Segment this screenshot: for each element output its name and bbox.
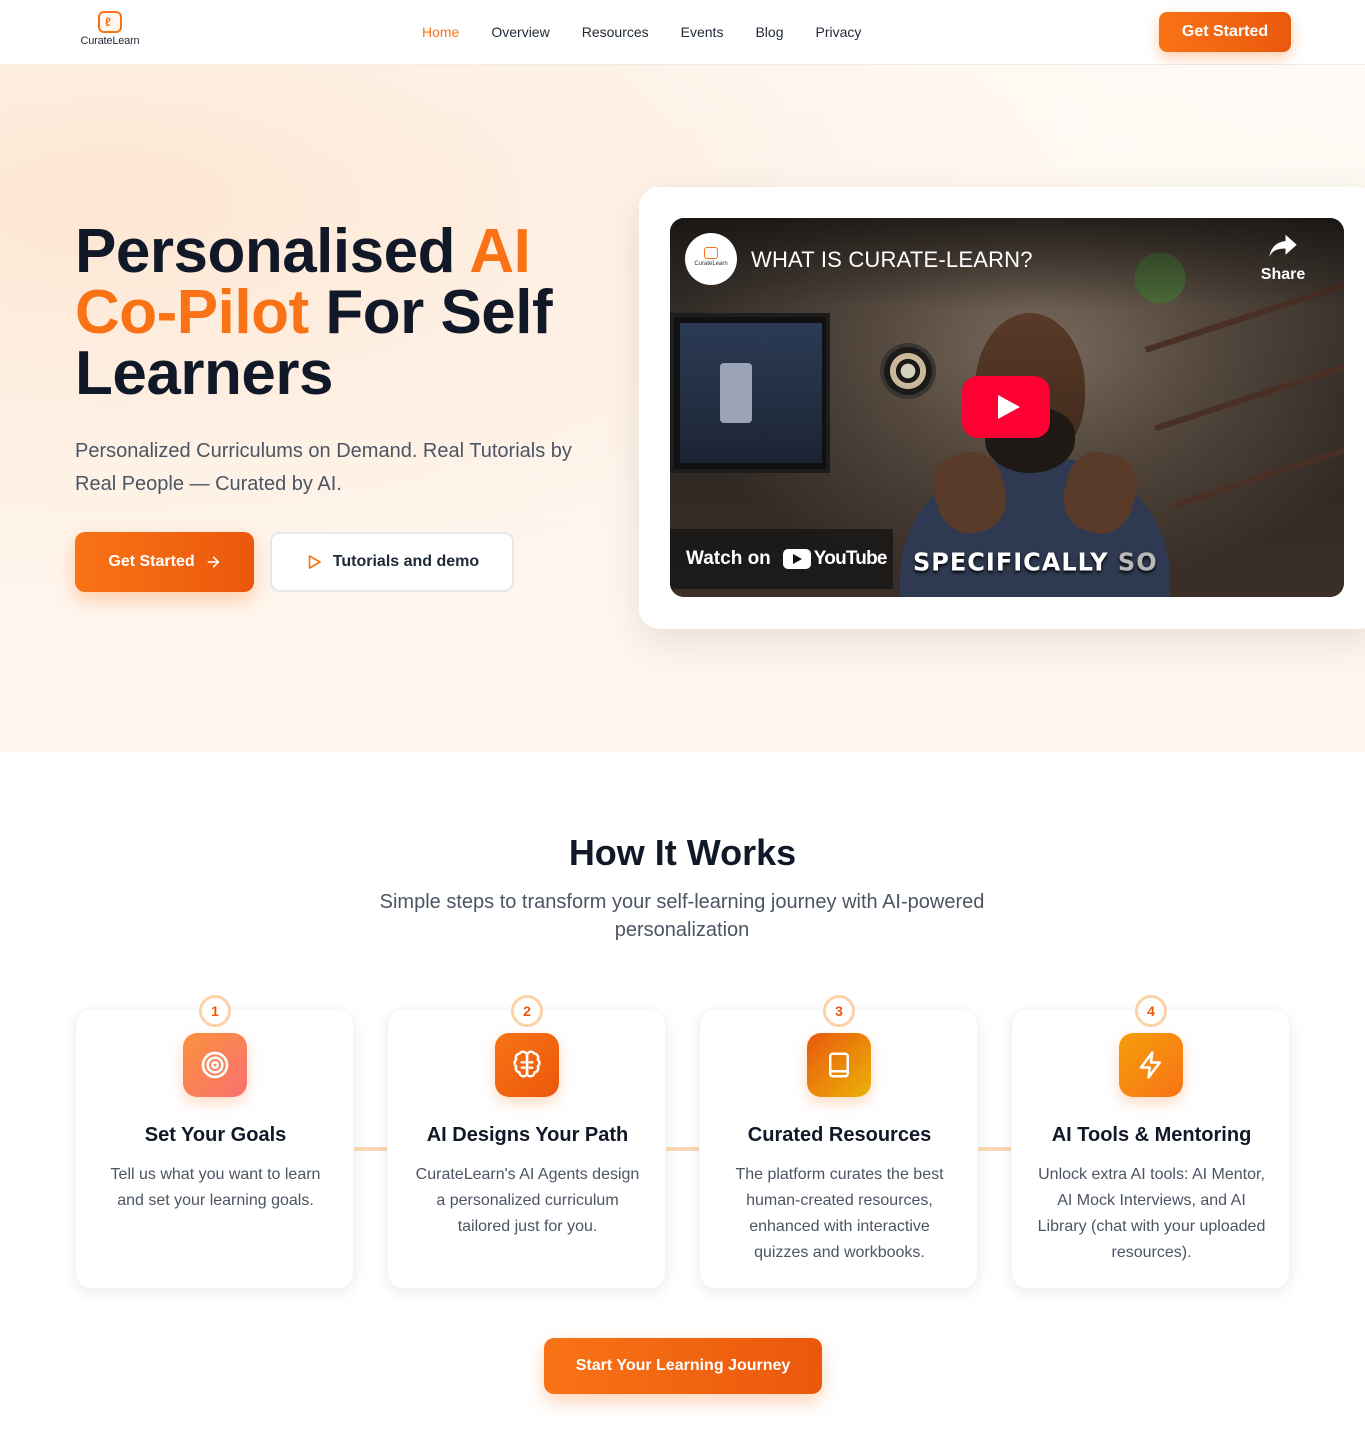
video-title[interactable]: WHAT IS CURATE-LEARN? bbox=[751, 247, 1033, 273]
book-icon bbox=[807, 1033, 871, 1097]
arrow-right-icon bbox=[207, 556, 219, 568]
youtube-play-box-icon bbox=[782, 549, 811, 569]
channel-logo-icon bbox=[704, 247, 718, 259]
watch-on-label: Watch on bbox=[686, 548, 771, 569]
top-navbar: ℓ CurateLearn Home Overview Resources Ev… bbox=[0, 0, 1365, 65]
video-share-button[interactable]: Share bbox=[1253, 233, 1313, 284]
nav-get-started-button[interactable]: Get Started bbox=[1159, 12, 1291, 52]
step-card-4: 4 AI Tools & Mentoring Unlock extra AI t… bbox=[1011, 995, 1290, 1289]
youtube-wordmark: YouTube bbox=[813, 548, 888, 569]
how-it-works-title: How It Works bbox=[568, 832, 797, 873]
channel-avatar[interactable]: CurateLearn bbox=[685, 233, 737, 285]
step-description: Tell us what you want to learn and set y… bbox=[110, 1166, 321, 1209]
youtube-logo-icon: YouTube bbox=[782, 548, 888, 570]
step-title: Set Your Goals bbox=[144, 1124, 287, 1146]
video-share-label: Share bbox=[1260, 266, 1306, 283]
hero-get-started-label: Get Started bbox=[108, 553, 195, 570]
step-description: Unlock extra AI tools: AI Mentor, AI Moc… bbox=[1037, 1166, 1266, 1261]
share-arrow-icon bbox=[1269, 234, 1297, 258]
video-caption: SPECIFICALLY SO bbox=[913, 547, 1158, 576]
logo[interactable]: ℓ CurateLearn bbox=[75, 11, 145, 51]
step-card-3: 3 Curated Resources The platform curates… bbox=[699, 995, 978, 1289]
step-connector bbox=[354, 1147, 388, 1151]
how-it-works-subtitle: Simple steps to transform your self-lear… bbox=[379, 891, 985, 941]
video-thumbnail-screen bbox=[680, 323, 822, 463]
step-number-badge: 3 bbox=[823, 995, 855, 1027]
video-card: CurateLearn WHAT IS CURATE-LEARN? Share … bbox=[639, 187, 1365, 629]
logo-mark-icon: ℓ bbox=[98, 11, 122, 33]
step-description: The platform curates the best human-crea… bbox=[735, 1166, 944, 1261]
hero-title: Personalised AI Co-Pilot For Self Learner… bbox=[75, 221, 595, 405]
nav-link-overview[interactable]: Overview bbox=[491, 22, 549, 42]
nav-link-resources[interactable]: Resources bbox=[582, 22, 649, 42]
step-card-1: 1 Set Your Goals Tell us what you want t… bbox=[75, 995, 354, 1289]
video-thumbnail-monitor bbox=[670, 313, 830, 473]
step-title: AI Designs Your Path bbox=[426, 1124, 629, 1146]
brain-icon bbox=[495, 1033, 559, 1097]
hero-get-started-button[interactable]: Get Started bbox=[75, 532, 254, 592]
step-number-badge: 1 bbox=[199, 995, 231, 1027]
hero-title-part1: Personalised bbox=[75, 217, 470, 286]
video-caption-main: SPECIFICALLY bbox=[913, 547, 1109, 577]
hero-title-accent-ai: AI bbox=[469, 217, 531, 286]
lightning-icon bbox=[1119, 1033, 1183, 1097]
nav-link-privacy[interactable]: Privacy bbox=[815, 22, 861, 42]
hero-section: Personalised AI Co-Pilot For Self Learner… bbox=[0, 65, 1365, 752]
nav-link-home[interactable]: Home bbox=[422, 22, 459, 42]
step-title: Curated Resources bbox=[747, 1124, 932, 1146]
nav-links: Home Overview Resources Events Blog Priv… bbox=[422, 22, 861, 42]
step-description: CurateLearn's AI Agents design a persona… bbox=[415, 1166, 640, 1235]
start-learning-journey-button[interactable]: Start Your Learning Journey bbox=[544, 1338, 822, 1394]
logo-text: CurateLearn bbox=[80, 35, 140, 47]
step-connector bbox=[666, 1147, 700, 1151]
play-outline-icon bbox=[308, 555, 321, 569]
hero-subtitle: Personalized Curriculums on Demand. Real… bbox=[75, 440, 572, 495]
youtube-embed[interactable]: CurateLearn WHAT IS CURATE-LEARN? Share … bbox=[670, 218, 1344, 597]
tutorials-demo-label: Tutorials and demo bbox=[332, 553, 480, 570]
nav-link-blog[interactable]: Blog bbox=[755, 22, 783, 42]
channel-name: CurateLearn bbox=[694, 261, 728, 267]
video-play-button[interactable] bbox=[962, 376, 1050, 438]
video-caption-dim: SO bbox=[1117, 547, 1158, 577]
step-number-badge: 4 bbox=[1135, 995, 1167, 1027]
step-card-2: 2 AI Designs Your Path CurateLearn's AI … bbox=[387, 995, 666, 1289]
step-connector bbox=[978, 1147, 1012, 1151]
step-title: AI Tools & Mentoring bbox=[1051, 1124, 1252, 1146]
target-icon bbox=[183, 1033, 247, 1097]
hero-title-accent-copilot: Co-Pilot bbox=[75, 278, 309, 347]
watch-on-youtube-button[interactable]: Watch on YouTube bbox=[670, 529, 893, 589]
step-number-badge: 2 bbox=[511, 995, 543, 1027]
tutorials-demo-button[interactable]: Tutorials and demo bbox=[270, 532, 514, 592]
nav-link-events[interactable]: Events bbox=[681, 22, 724, 42]
video-thumbnail-phone bbox=[720, 363, 752, 423]
